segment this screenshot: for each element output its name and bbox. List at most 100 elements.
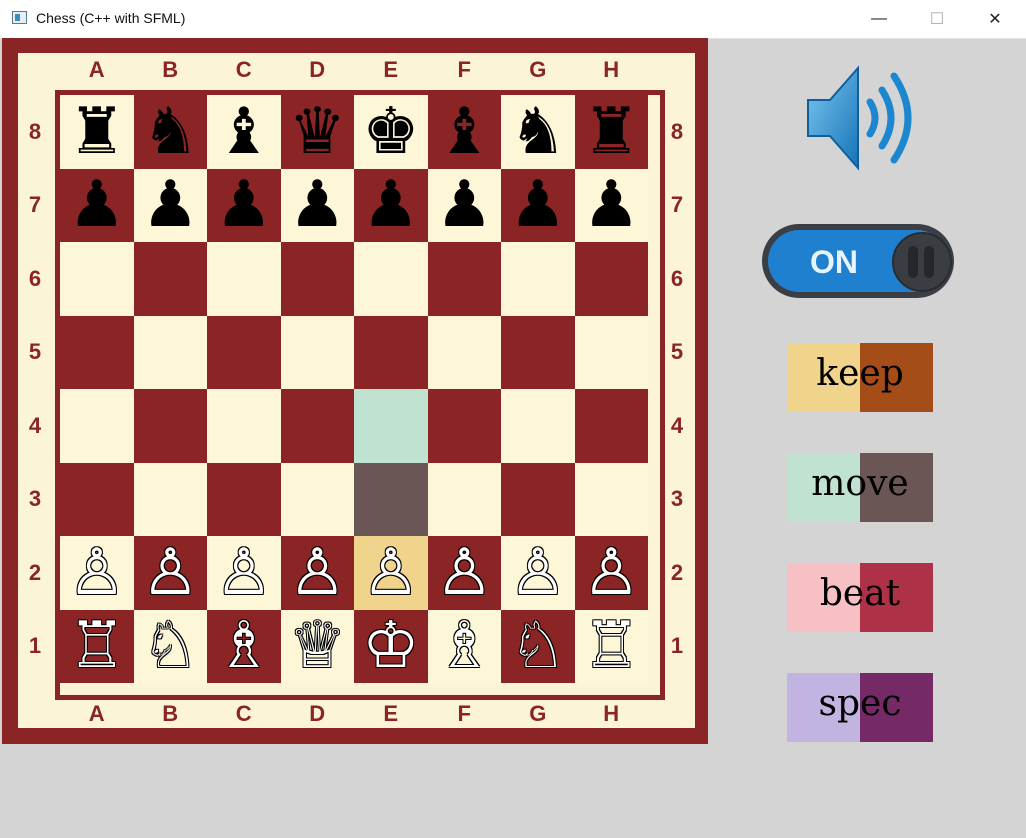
chess-board[interactable]: ♜ ♞ ♝ ♛ ♚ ♝ ♞ ♜ ♟ ♟ ♟ ♟ ♟ ♟ ♟ ♟ ♙ ♙ ♙ ♙ ♙ ♙ ♙ ♙ ♖ ♘ ♗ ♕ ♔ ♗ ♘ ♖ xyxy=(55,90,665,700)
black-piece-a7[interactable]: ♟ xyxy=(68,173,125,237)
white-piece-g1[interactable]: ♘ xyxy=(509,614,566,678)
square-f2[interactable]: ♙ xyxy=(427,536,501,610)
square-e1[interactable]: ♔ xyxy=(354,609,428,683)
black-piece-d7[interactable]: ♟ xyxy=(289,173,346,237)
square-g7[interactable]: ♟ xyxy=(501,168,575,242)
square-c4[interactable] xyxy=(207,389,281,463)
square-c5[interactable] xyxy=(207,315,281,389)
square-a2[interactable]: ♙ xyxy=(60,536,134,610)
square-h8[interactable]: ♜ xyxy=(574,95,648,169)
square-g2[interactable]: ♙ xyxy=(501,536,575,610)
square-e3[interactable] xyxy=(354,462,428,536)
white-piece-a1[interactable]: ♖ xyxy=(68,614,125,678)
square-e8[interactable]: ♚ xyxy=(354,95,428,169)
square-d7[interactable]: ♟ xyxy=(280,168,354,242)
white-piece-h2[interactable]: ♙ xyxy=(583,541,640,605)
black-piece-c8[interactable]: ♝ xyxy=(215,100,272,164)
square-f6[interactable] xyxy=(427,242,501,316)
white-piece-g2[interactable]: ♙ xyxy=(509,541,566,605)
toggle-knob[interactable] xyxy=(892,232,952,292)
square-c6[interactable] xyxy=(207,242,281,316)
black-piece-h7[interactable]: ♟ xyxy=(583,173,640,237)
square-e5[interactable] xyxy=(354,315,428,389)
square-h7[interactable]: ♟ xyxy=(574,168,648,242)
square-h4[interactable] xyxy=(574,389,648,463)
square-a5[interactable] xyxy=(60,315,134,389)
square-h3[interactable] xyxy=(574,462,648,536)
white-piece-c2[interactable]: ♙ xyxy=(215,541,272,605)
square-a3[interactable] xyxy=(60,462,134,536)
square-b6[interactable] xyxy=(133,242,207,316)
square-b2[interactable]: ♙ xyxy=(133,536,207,610)
square-g6[interactable] xyxy=(501,242,575,316)
square-f5[interactable] xyxy=(427,315,501,389)
white-piece-a2[interactable]: ♙ xyxy=(68,541,125,605)
square-g8[interactable]: ♞ xyxy=(501,95,575,169)
square-f1[interactable]: ♗ xyxy=(427,609,501,683)
square-b1[interactable]: ♘ xyxy=(133,609,207,683)
square-b8[interactable]: ♞ xyxy=(133,95,207,169)
square-f7[interactable]: ♟ xyxy=(427,168,501,242)
square-d6[interactable] xyxy=(280,242,354,316)
black-piece-b7[interactable]: ♟ xyxy=(142,173,199,237)
white-piece-b1[interactable]: ♘ xyxy=(142,614,199,678)
white-piece-h1[interactable]: ♖ xyxy=(583,614,640,678)
square-g1[interactable]: ♘ xyxy=(501,609,575,683)
square-a6[interactable] xyxy=(60,242,134,316)
black-piece-e8[interactable]: ♚ xyxy=(362,100,419,164)
black-piece-g8[interactable]: ♞ xyxy=(509,100,566,164)
square-f4[interactable] xyxy=(427,389,501,463)
square-h2[interactable]: ♙ xyxy=(574,536,648,610)
square-c3[interactable] xyxy=(207,462,281,536)
square-d8[interactable]: ♛ xyxy=(280,95,354,169)
square-a7[interactable]: ♟ xyxy=(60,168,134,242)
square-a1[interactable]: ♖ xyxy=(60,609,134,683)
square-e4[interactable] xyxy=(354,389,428,463)
square-e7[interactable]: ♟ xyxy=(354,168,428,242)
square-h6[interactable] xyxy=(574,242,648,316)
square-c7[interactable]: ♟ xyxy=(207,168,281,242)
square-c1[interactable]: ♗ xyxy=(207,609,281,683)
square-g5[interactable] xyxy=(501,315,575,389)
square-e6[interactable] xyxy=(354,242,428,316)
square-c8[interactable]: ♝ xyxy=(207,95,281,169)
black-piece-a8[interactable]: ♜ xyxy=(68,100,125,164)
black-piece-h8[interactable]: ♜ xyxy=(583,100,640,164)
square-d3[interactable] xyxy=(280,462,354,536)
white-piece-d1[interactable]: ♕ xyxy=(289,614,346,678)
square-b5[interactable] xyxy=(133,315,207,389)
square-a8[interactable]: ♜ xyxy=(60,95,134,169)
square-c2[interactable]: ♙ xyxy=(207,536,281,610)
white-piece-e2[interactable]: ♙ xyxy=(362,541,419,605)
white-piece-c1[interactable]: ♗ xyxy=(215,614,272,678)
square-g3[interactable] xyxy=(501,462,575,536)
square-f3[interactable] xyxy=(427,462,501,536)
close-button[interactable]: ✕ xyxy=(966,0,1024,38)
square-d4[interactable] xyxy=(280,389,354,463)
maximize-button[interactable]: ☐ xyxy=(908,0,966,38)
square-g4[interactable] xyxy=(501,389,575,463)
square-b7[interactable]: ♟ xyxy=(133,168,207,242)
black-piece-g7[interactable]: ♟ xyxy=(509,173,566,237)
square-h1[interactable]: ♖ xyxy=(574,609,648,683)
sound-toggle[interactable]: ON xyxy=(762,224,954,298)
white-piece-f1[interactable]: ♗ xyxy=(436,614,493,678)
speaker-icon[interactable] xyxy=(800,60,920,175)
white-piece-b2[interactable]: ♙ xyxy=(142,541,199,605)
square-d1[interactable]: ♕ xyxy=(280,609,354,683)
black-piece-c7[interactable]: ♟ xyxy=(215,173,272,237)
white-piece-e1[interactable]: ♔ xyxy=(362,614,419,678)
square-d5[interactable] xyxy=(280,315,354,389)
square-e2[interactable]: ♙ xyxy=(354,536,428,610)
black-piece-d8[interactable]: ♛ xyxy=(289,100,346,164)
square-b3[interactable] xyxy=(133,462,207,536)
white-piece-f2[interactable]: ♙ xyxy=(436,541,493,605)
square-h5[interactable] xyxy=(574,315,648,389)
square-d2[interactable]: ♙ xyxy=(280,536,354,610)
square-b4[interactable] xyxy=(133,389,207,463)
black-piece-f8[interactable]: ♝ xyxy=(436,100,493,164)
black-piece-b8[interactable]: ♞ xyxy=(142,100,199,164)
square-f8[interactable]: ♝ xyxy=(427,95,501,169)
black-piece-e7[interactable]: ♟ xyxy=(362,173,419,237)
white-piece-d2[interactable]: ♙ xyxy=(289,541,346,605)
